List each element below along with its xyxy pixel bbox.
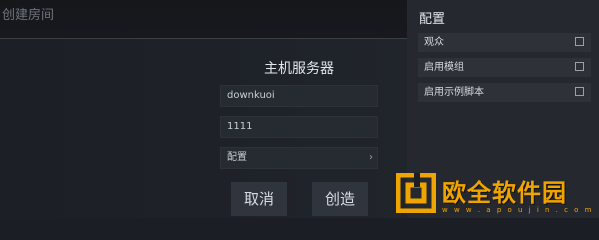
checkbox[interactable] — [575, 37, 584, 46]
watermark-url: w w w . a p o u j i n . c o m — [442, 205, 594, 214]
top-bar: 创建房间 — [0, 0, 407, 39]
checkbox[interactable] — [575, 62, 584, 71]
option-label: 启用模组 — [424, 62, 464, 73]
server-name-input[interactable]: downkuoi — [220, 85, 378, 107]
option-label: 观众 — [424, 37, 444, 48]
option-enable-example-scripts[interactable]: 启用示例脚本 — [418, 83, 591, 102]
watermark-name: 欧全软件园 — [442, 178, 567, 207]
option-spectators[interactable]: 观众 — [418, 33, 591, 52]
sidebar-title: 配置 — [419, 12, 446, 27]
page-title: 创建房间 — [2, 8, 55, 23]
create-button[interactable]: 创造 — [312, 182, 368, 216]
site-logo-icon — [396, 173, 436, 213]
option-enable-mods[interactable]: 启用模组 — [418, 58, 591, 77]
config-selector[interactable]: 配置 › — [220, 147, 378, 169]
config-label: 配置 — [227, 152, 247, 163]
option-label: 启用示例脚本 — [424, 87, 484, 98]
checkbox[interactable] — [575, 87, 584, 96]
chevron-right-icon: › — [369, 152, 373, 163]
server-section-title: 主机服务器 — [264, 61, 334, 77]
cancel-button[interactable]: 取消 — [231, 182, 287, 216]
port-input[interactable]: 1111 — [220, 116, 378, 138]
watermark: 欧全软件园 w w w . a p o u j i n . c o m — [388, 168, 599, 218]
